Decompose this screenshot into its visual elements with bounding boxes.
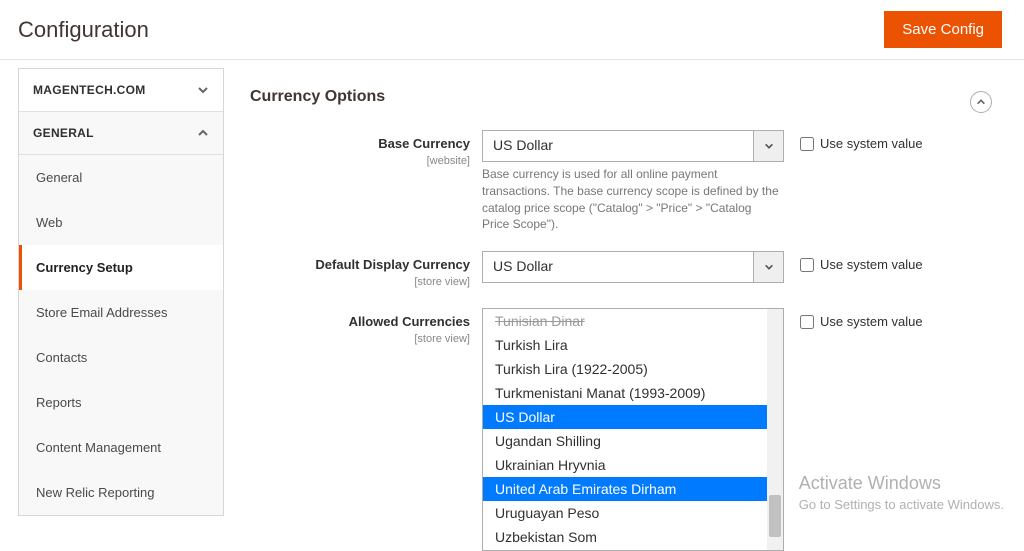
- allowed-use-system-checkbox[interactable]: [800, 315, 814, 329]
- sidebar-item-reports[interactable]: Reports: [19, 380, 223, 425]
- content-panel: Currency Options Base Currency [website]…: [224, 60, 1024, 524]
- base-currency-note: Base currency is used for all online pay…: [482, 166, 782, 233]
- save-config-button[interactable]: Save Config: [884, 11, 1002, 48]
- dropdown-arrow-icon[interactable]: [753, 252, 783, 282]
- allowed-option[interactable]: Uruguayan Peso: [483, 501, 767, 525]
- sidebar-item-new-relic-reporting[interactable]: New Relic Reporting: [19, 470, 223, 515]
- row-allowed-currencies: Allowed Currencies [store view] Tunisian…: [250, 308, 996, 551]
- allowed-option[interactable]: Ukrainian Hryvnia: [483, 453, 767, 477]
- sidebar: MAGENTECH.COM GENERAL GeneralWebCurrency…: [0, 60, 224, 524]
- chevron-down-icon: [197, 84, 209, 96]
- scrollbar-thumb[interactable]: [769, 495, 781, 537]
- base-currency-select[interactable]: US Dollar: [482, 130, 784, 162]
- sidebar-item-content-management[interactable]: Content Management: [19, 425, 223, 470]
- dropdown-arrow-icon[interactable]: [753, 131, 783, 161]
- default-display-label: Default Display Currency: [250, 257, 470, 272]
- chevron-up-icon: [197, 127, 209, 139]
- allowed-option[interactable]: Uzbekistan Som: [483, 525, 767, 549]
- default-display-scope: [store view]: [414, 276, 470, 288]
- row-default-display-currency: Default Display Currency [store view] US…: [250, 251, 996, 290]
- sidebar-site-label: MAGENTECH.COM: [33, 83, 146, 97]
- allowed-option[interactable]: Turkish Lira (1922-2005): [483, 357, 767, 381]
- section-collapse-button[interactable]: [970, 91, 992, 113]
- allowed-option[interactable]: United Arab Emirates Dirham: [483, 477, 767, 501]
- sidebar-item-store-email-addresses[interactable]: Store Email Addresses: [19, 290, 223, 335]
- scrollbar[interactable]: [767, 309, 783, 550]
- page-header: Configuration Save Config: [0, 0, 1024, 60]
- row-base-currency: Base Currency [website] US Dollar Base c…: [250, 130, 996, 233]
- base-currency-label: Base Currency: [250, 136, 470, 151]
- section-title: Currency Options: [250, 74, 385, 130]
- base-currency-use-system-checkbox[interactable]: [800, 137, 814, 151]
- sidebar-section-site[interactable]: MAGENTECH.COM: [19, 69, 223, 112]
- base-currency-scope: [website]: [427, 155, 470, 167]
- allowed-option[interactable]: US Dollar: [483, 405, 767, 429]
- allowed-scope: [store view]: [414, 333, 470, 345]
- sidebar-section-general[interactable]: GENERAL: [19, 112, 223, 155]
- sidebar-item-currency-setup[interactable]: Currency Setup: [19, 245, 223, 290]
- sidebar-item-general[interactable]: General: [19, 155, 223, 200]
- sidebar-item-web[interactable]: Web: [19, 200, 223, 245]
- allowed-option[interactable]: Tunisian Dinar: [483, 309, 767, 333]
- allowed-option[interactable]: Turkmenistani Manat (1993-2009): [483, 381, 767, 405]
- allowed-currencies-multiselect[interactable]: Tunisian DinarTurkish LiraTurkish Lira (…: [482, 308, 784, 551]
- base-currency-value: US Dollar: [483, 131, 753, 161]
- default-display-value: US Dollar: [483, 252, 753, 282]
- use-system-label: Use system value: [820, 257, 923, 272]
- sidebar-item-contacts[interactable]: Contacts: [19, 335, 223, 380]
- allowed-option[interactable]: Vanuatu Vatu: [483, 549, 767, 550]
- allowed-option[interactable]: Ugandan Shilling: [483, 429, 767, 453]
- sidebar-group-label: GENERAL: [33, 126, 94, 140]
- page-title: Configuration: [18, 17, 149, 43]
- allowed-option[interactable]: Turkish Lira: [483, 333, 767, 357]
- use-system-label: Use system value: [820, 314, 923, 329]
- use-system-label: Use system value: [820, 136, 923, 151]
- default-display-select[interactable]: US Dollar: [482, 251, 784, 283]
- default-display-use-system-checkbox[interactable]: [800, 258, 814, 272]
- allowed-label: Allowed Currencies: [250, 314, 470, 329]
